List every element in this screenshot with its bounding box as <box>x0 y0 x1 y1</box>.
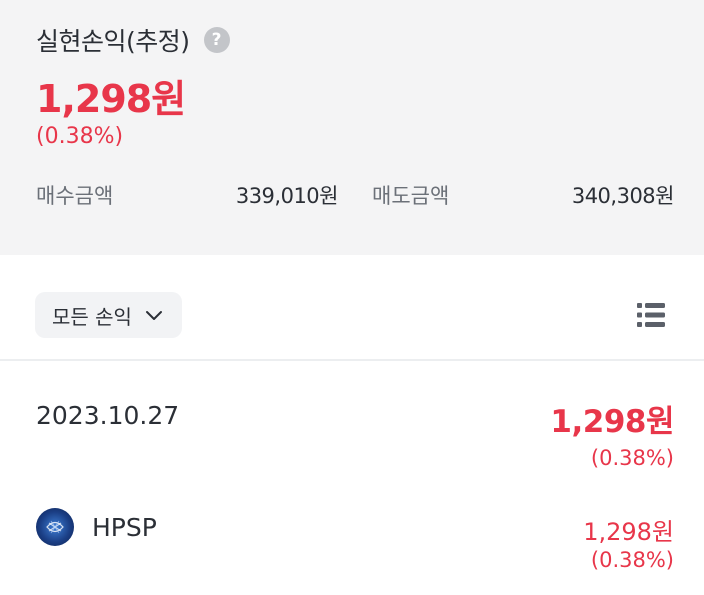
record-profit-rate: (0.38%) <box>590 446 674 470</box>
summary-title-row: 실현손익(추정) ? <box>36 22 230 58</box>
record-profit: 1,298원 <box>550 404 674 440</box>
stock-item-hpsp[interactable]: HPSP <box>36 508 157 546</box>
sell-amount-label: 매도금액 <box>372 184 450 208</box>
section-divider <box>0 359 704 361</box>
stock-profit: 1,298원 <box>583 518 674 546</box>
realized-profit-summary: 실현손익(추정) ? 1,298원 (0.38%) 매수금액 339,010원 … <box>0 0 704 255</box>
total-profit: 1,298원 <box>36 77 186 121</box>
buy-amount-value: 339,010원 <box>235 184 339 208</box>
profit-filter-label: 모든 손익 <box>52 304 132 329</box>
summary-title: 실현손익(추정) <box>36 27 190 56</box>
buy-amount-label: 매수금액 <box>36 184 114 208</box>
buy-amount-row: 매수금액 339,010원 <box>36 180 339 210</box>
stock-logo-icon <box>36 508 74 546</box>
profit-filter-dropdown[interactable]: 모든 손익 <box>35 292 182 338</box>
question-circle-icon[interactable]: ? <box>203 27 230 53</box>
record-date: 2023.10.27 <box>36 401 180 430</box>
stock-name: HPSP <box>92 512 157 542</box>
sell-amount-row: 매도금액 340,308원 <box>372 180 675 210</box>
stock-profit-rate: (0.38%) <box>590 548 674 572</box>
total-profit-rate: (0.38%) <box>36 124 124 149</box>
list-view-icon[interactable] <box>636 300 666 330</box>
chevron-down-icon <box>145 311 162 320</box>
sell-amount-value: 340,308원 <box>571 184 675 208</box>
